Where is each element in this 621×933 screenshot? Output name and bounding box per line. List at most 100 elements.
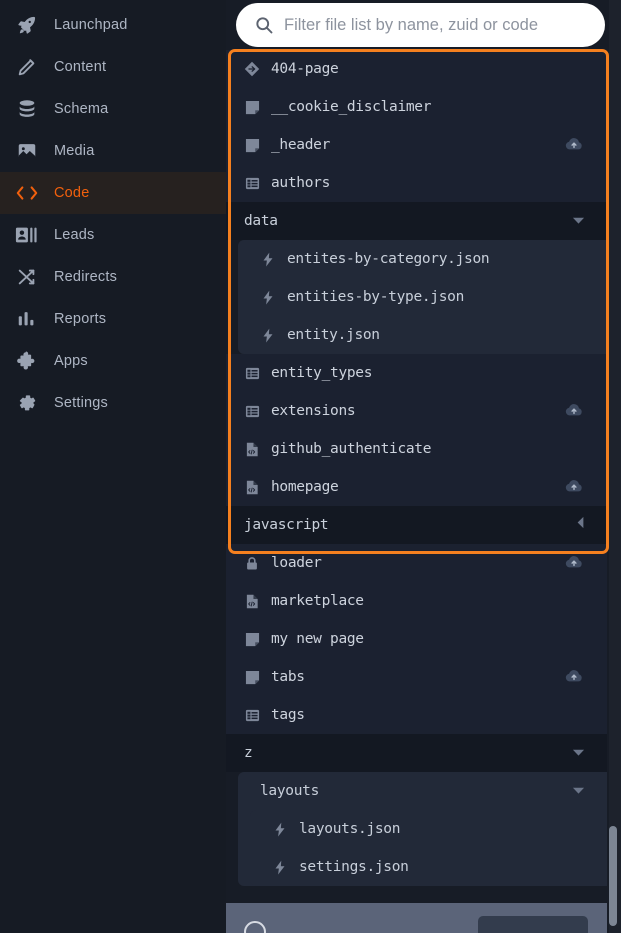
- bolt-icon: [260, 327, 276, 343]
- bolt-icon: [260, 289, 276, 305]
- file-name: entity.json: [287, 327, 380, 343]
- file-list-row[interactable]: tags: [226, 696, 607, 734]
- sidebar-item-label: Settings: [54, 395, 108, 411]
- file-name: entities-by-type.json: [287, 289, 465, 305]
- sidebar-item-content[interactable]: Content: [0, 46, 226, 88]
- file-list-row[interactable]: entity_types: [226, 354, 607, 392]
- file-list-row[interactable]: __cookie_disclaimer: [226, 88, 607, 126]
- file-list-row[interactable]: 404-page: [226, 50, 607, 88]
- file-name: homepage: [271, 479, 339, 495]
- file-list[interactable]: 404-page __cookie_disclaimer _headerauthor…: [226, 50, 607, 905]
- file-list-scrollbar-track[interactable]: [609, 50, 617, 910]
- sidebar-item-redirects[interactable]: Redirects: [0, 256, 226, 298]
- file-list-row[interactable]: authors: [226, 164, 607, 202]
- search-input[interactable]: [284, 15, 605, 35]
- snippet-icon: [244, 137, 260, 153]
- chevron-down-icon[interactable]: [572, 744, 585, 762]
- bolt-icon: [260, 251, 276, 267]
- sidebar-item-label: Launchpad: [54, 17, 128, 33]
- file-list-folder-row[interactable]: layouts: [238, 772, 607, 810]
- sidebar-item-launchpad[interactable]: Launchpad: [0, 4, 226, 46]
- sidebar-item-label: Content: [54, 59, 107, 75]
- cloud-upload-icon[interactable]: [565, 478, 583, 496]
- file-name: marketplace: [271, 593, 364, 609]
- file-name: 404-page: [271, 61, 339, 77]
- list-view-icon: [244, 175, 260, 191]
- code-file-icon: [244, 441, 260, 457]
- file-name: tabs: [271, 669, 305, 685]
- sidebar-item-label: Apps: [54, 353, 88, 369]
- file-list-row[interactable]: marketplace: [226, 582, 607, 620]
- file-list-folder-row[interactable]: z: [226, 734, 607, 772]
- file-name: __cookie_disclaimer: [271, 99, 432, 115]
- sidebar-item-media[interactable]: Media: [0, 130, 226, 172]
- file-list-folder-row[interactable]: javascript: [226, 506, 607, 544]
- folder-name: z: [244, 745, 253, 761]
- file-list-row[interactable]: my new page: [226, 620, 607, 658]
- sidebar-item-label: Redirects: [54, 269, 118, 285]
- folder-name: javascript: [244, 517, 329, 533]
- lock-icon: [244, 555, 260, 571]
- file-list-scrollbar-thumb[interactable]: [609, 826, 617, 926]
- sidebar-item-label: Schema: [54, 101, 109, 117]
- file-list-row[interactable]: _header: [226, 126, 607, 164]
- bottom-bar-button[interactable]: [478, 916, 588, 933]
- file-name: entity_types: [271, 365, 373, 381]
- puzzle-icon: [14, 348, 40, 374]
- pencil-icon: [14, 54, 40, 80]
- cloud-upload-icon[interactable]: [565, 136, 583, 154]
- cloud-upload-icon[interactable]: [565, 668, 583, 686]
- shuffle-icon: [14, 264, 40, 290]
- file-list-row[interactable]: entities-by-type.json: [238, 278, 607, 316]
- file-name: settings.json: [299, 859, 409, 875]
- search-icon: [256, 17, 273, 34]
- cloud-upload-icon[interactable]: [565, 554, 583, 572]
- file-list-items: 404-page __cookie_disclaimer _headerauthor…: [226, 50, 607, 886]
- image-icon: [14, 138, 40, 164]
- sidebar-item-settings[interactable]: Settings: [0, 382, 226, 424]
- file-name: layouts.json: [299, 821, 401, 837]
- file-list-row[interactable]: github_authenticate: [226, 430, 607, 468]
- sidebar-item-label: Media: [54, 143, 95, 159]
- file-list-folder-row[interactable]: data: [226, 202, 607, 240]
- nested-file-group: layouts layouts.json settings.json: [238, 772, 607, 886]
- file-name: authors: [271, 175, 331, 191]
- file-name: github_authenticate: [271, 441, 432, 457]
- code-file-panel: 404-page __cookie_disclaimer _headerauthor…: [226, 0, 621, 933]
- gear-icon: [14, 390, 40, 416]
- file-name: tags: [271, 707, 305, 723]
- chevron-left-icon[interactable]: [576, 516, 585, 534]
- bolt-icon: [272, 821, 288, 837]
- nested-file-group: layouts.json settings.json: [250, 810, 607, 886]
- sidebar-item-code[interactable]: Code: [0, 172, 226, 214]
- rocket-icon: [14, 12, 40, 38]
- circle-icon: [244, 921, 266, 933]
- search-bar[interactable]: [236, 3, 605, 47]
- file-name: _header: [271, 137, 331, 153]
- bolt-icon: [272, 859, 288, 875]
- file-list-row[interactable]: homepage: [226, 468, 607, 506]
- sidebar-item-schema[interactable]: Schema: [0, 88, 226, 130]
- file-list-row[interactable]: entity.json: [238, 316, 607, 354]
- file-list-row[interactable]: extensions: [226, 392, 607, 430]
- database-icon: [14, 96, 40, 122]
- file-list-row[interactable]: entites-by-category.json: [238, 240, 607, 278]
- file-name: my new page: [271, 631, 364, 647]
- file-list-row[interactable]: layouts.json: [250, 810, 607, 848]
- sidebar-item-label: Reports: [54, 311, 107, 327]
- file-list-row[interactable]: settings.json: [250, 848, 607, 886]
- code-file-icon: [244, 479, 260, 495]
- chevron-down-icon[interactable]: [572, 782, 585, 800]
- cloud-upload-icon[interactable]: [565, 402, 583, 420]
- file-list-row[interactable]: tabs: [226, 658, 607, 696]
- sidebar-item-apps[interactable]: Apps: [0, 340, 226, 382]
- folder-name: layouts: [260, 783, 320, 799]
- sidebar-item-reports[interactable]: Reports: [0, 298, 226, 340]
- contacts-icon: [14, 222, 40, 248]
- snippet-icon: [244, 669, 260, 685]
- file-list-row[interactable]: loader: [226, 544, 607, 582]
- chevron-down-icon[interactable]: [572, 212, 585, 230]
- redirect-diamond-icon: [244, 61, 260, 77]
- list-view-icon: [244, 365, 260, 381]
- sidebar-item-leads[interactable]: Leads: [0, 214, 226, 256]
